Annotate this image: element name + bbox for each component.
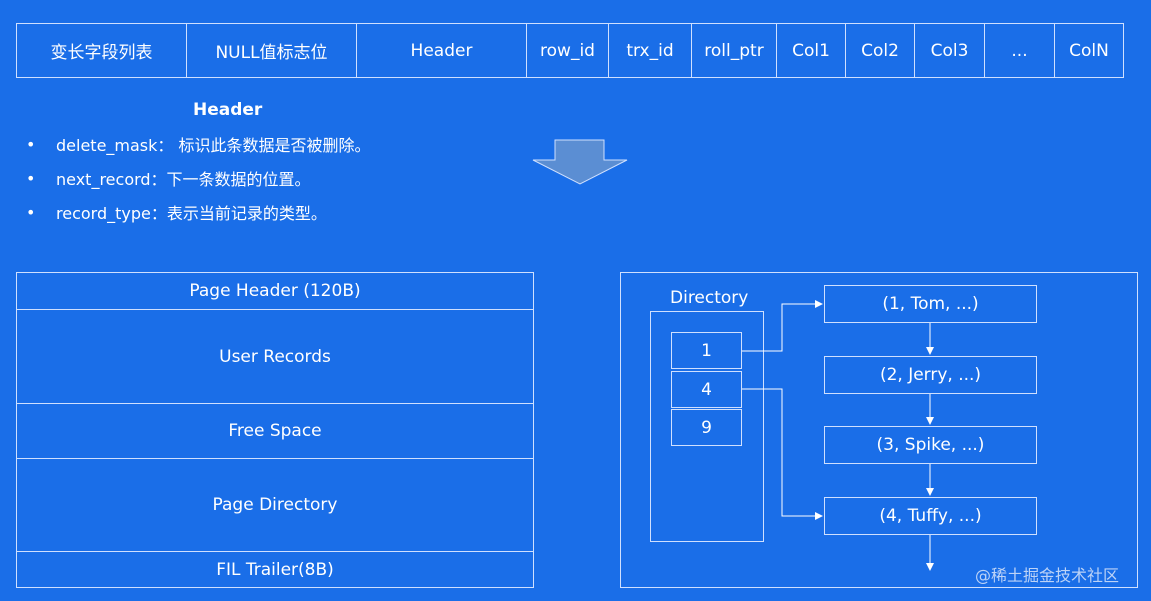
down-arrow-icon xyxy=(532,139,628,185)
connector-slot1-to-record1 xyxy=(742,300,823,352)
watermark-text: @稀土掘金技术社区 xyxy=(975,566,1120,585)
connector-overlay xyxy=(532,139,934,571)
connector-slot4-to-record4 xyxy=(742,388,823,520)
